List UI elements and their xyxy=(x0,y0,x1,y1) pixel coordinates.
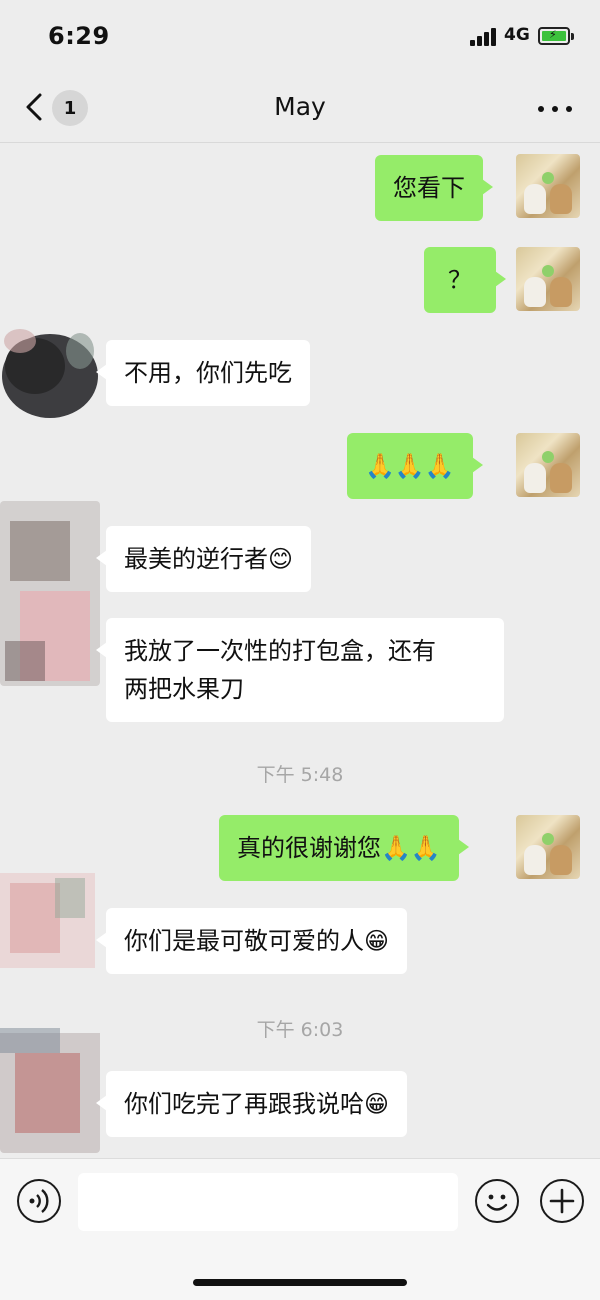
signal-icon xyxy=(470,28,498,46)
contact-avatar[interactable] xyxy=(0,321,100,431)
timestamp: 下午 5:48 xyxy=(256,764,344,786)
battery-icon xyxy=(538,27,570,45)
network-label: 4G xyxy=(504,25,530,45)
my-avatar[interactable] xyxy=(516,247,580,311)
message-bubble-received[interactable]: 你们吃完了再跟我说哈😁 xyxy=(95,1071,408,1137)
message-list[interactable]: 您看下 ？ 不用，你们先吃 🙏🙏🙏 最美的逆行者😊 我放了一次性的打包盒，还有 … xyxy=(0,143,600,1158)
message-input[interactable] xyxy=(78,1173,458,1231)
message-bubble-received[interactable]: 你们是最可敬可爱的人😁 xyxy=(95,908,408,974)
my-avatar[interactable] xyxy=(516,433,580,497)
message-bubble-received[interactable]: 不用，你们先吃 xyxy=(96,340,310,406)
message-bubble-received[interactable]: 我放了一次性的打包盒，还有 两把水果刀 xyxy=(96,618,504,722)
message-bubble-sent[interactable]: 🙏🙏🙏 xyxy=(347,433,483,499)
message-bubble-sent[interactable]: ？ xyxy=(424,247,506,313)
message-bubble-received[interactable]: 最美的逆行者😊 xyxy=(95,526,312,592)
home-indicator[interactable] xyxy=(193,1279,407,1286)
my-avatar[interactable] xyxy=(516,815,580,879)
status-bar: 6:29 4G xyxy=(0,0,600,70)
contact-avatar[interactable] xyxy=(0,863,100,973)
more-dots-icon[interactable] xyxy=(538,106,572,112)
message-bubble-sent[interactable]: 真的很谢谢您🙏🙏 xyxy=(219,815,469,881)
contact-avatar[interactable] xyxy=(0,501,100,686)
emoji-icon[interactable] xyxy=(475,1179,519,1223)
status-time: 6:29 xyxy=(48,22,110,50)
composer-bar xyxy=(0,1158,600,1300)
plus-icon[interactable] xyxy=(540,1179,584,1223)
voice-icon[interactable] xyxy=(17,1179,61,1223)
chat-header: 1 May xyxy=(0,70,600,142)
battery-cap xyxy=(571,33,574,40)
chat-title: May xyxy=(274,92,326,121)
message-bubble-sent[interactable]: 您看下 xyxy=(375,155,493,221)
contact-avatar[interactable] xyxy=(0,1023,100,1153)
my-avatar[interactable] xyxy=(516,154,580,218)
